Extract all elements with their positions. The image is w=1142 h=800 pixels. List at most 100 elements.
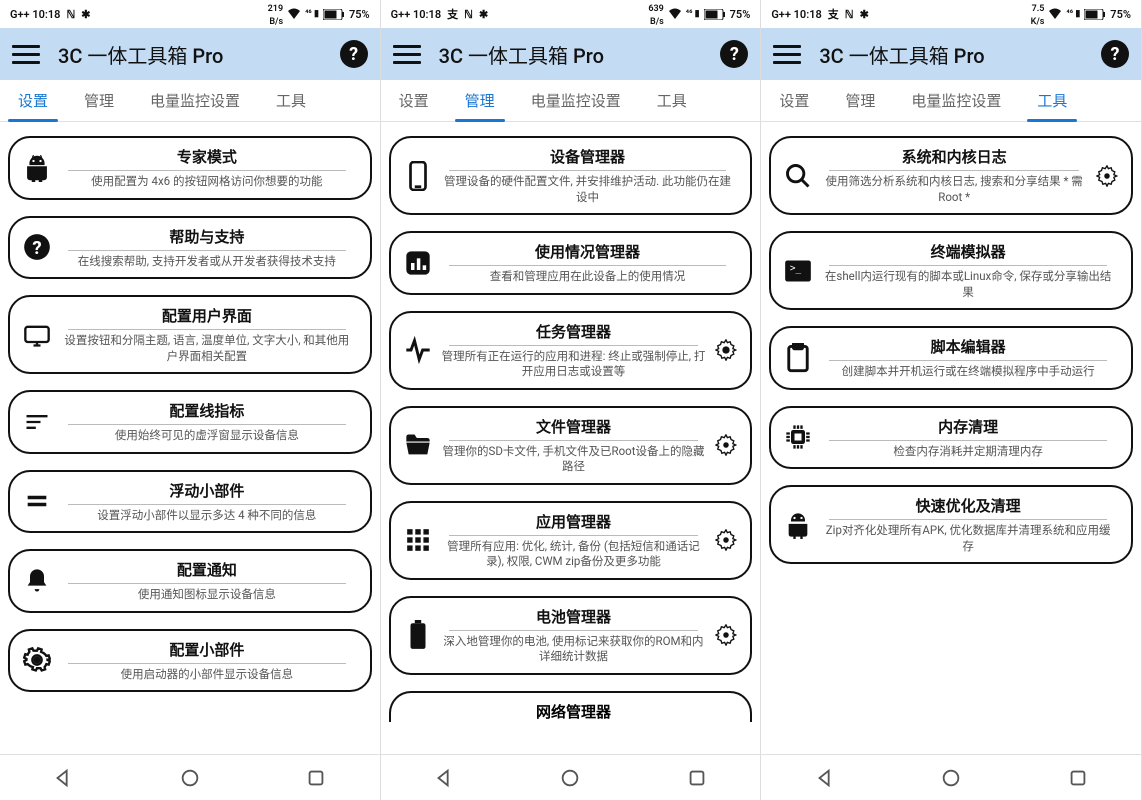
battery-percent: 75% <box>349 8 370 21</box>
card-device-manager[interactable]: 设备管理器管理设备的硬件配置文件, 并安排维护活动. 此功能仍在建设中 <box>389 136 753 215</box>
list-manage: 设备管理器管理设备的硬件配置文件, 并安排维护活动. 此功能仍在建设中 使用情况… <box>381 122 761 754</box>
cpu-icon <box>781 420 815 454</box>
nfc-icon: ℕ <box>66 8 75 21</box>
tab-settings[interactable]: 设置 <box>381 80 447 121</box>
lines-icon <box>20 405 54 439</box>
tab-manage[interactable]: 管理 <box>447 80 513 121</box>
pay-icon: 支 <box>447 6 458 22</box>
phone-icon <box>401 159 435 193</box>
svg-text:?: ? <box>32 237 41 259</box>
card-usage-manager[interactable]: 使用情况管理器查看和管理应用在此设备上的使用情况 <box>389 231 753 295</box>
card-file-manager[interactable]: 文件管理器管理你的SD卡文件, 手机文件及已Root设备上的隐藏路径 <box>389 406 753 485</box>
wifi-icon <box>668 8 682 20</box>
card-memory-clean[interactable]: 内存清理检查内存消耗并定期清理内存 <box>769 406 1133 470</box>
nav-recent[interactable] <box>305 767 327 789</box>
tab-tools[interactable]: 工具 <box>1019 80 1085 121</box>
navbar <box>0 754 380 800</box>
tab-tools[interactable]: 工具 <box>258 80 324 121</box>
equals-icon <box>20 484 54 518</box>
wifi-icon <box>1048 8 1062 20</box>
card-script-editor[interactable]: 脚本编辑器创建脚本并开机运行或在终端模拟程序中手动运行 <box>769 326 1133 390</box>
chart-icon <box>401 246 435 280</box>
android-icon <box>781 508 815 542</box>
nav-recent[interactable] <box>1067 767 1089 789</box>
card-help-support[interactable]: ? 帮助与支持在线搜索帮助, 支持开发者或从开发者获得技术支持 <box>8 216 372 280</box>
tab-settings[interactable]: 设置 <box>761 80 827 121</box>
svg-text:>_: >_ <box>790 263 802 274</box>
tab-battery[interactable]: 电量监控设置 <box>132 80 258 121</box>
tab-manage[interactable]: 管理 <box>66 80 132 121</box>
menu-button[interactable] <box>12 40 40 68</box>
status-bar: G++ 10:18 支 ℕ ✱ 7.5K/s ⁴⁶ ▮ 75% <box>761 0 1141 28</box>
tab-battery[interactable]: 电量监控设置 <box>513 80 639 121</box>
terminal-icon: >_ <box>781 254 815 288</box>
wifi-icon <box>287 8 301 20</box>
card-app-manager[interactable]: 应用管理器管理所有应用: 优化, 统计, 备份 (包括短信和通话记录), 权限,… <box>389 501 753 580</box>
status-bar: G++ 10:18 ℕ ✱ 219B/s ⁴⁶ ▮ 75% <box>0 0 380 28</box>
card-floating-widget[interactable]: 浮动小部件设置浮动小部件以显示多达 4 种不同的信息 <box>8 470 372 534</box>
card-configure-ui[interactable]: 配置用户界面设置按钮和分隔主题, 语言, 温度单位, 文字大小, 和其他用户界面… <box>8 295 372 374</box>
menu-button[interactable] <box>773 40 801 68</box>
nav-recent[interactable] <box>686 767 708 789</box>
status-time: G++ 10:18 <box>10 8 60 21</box>
card-configure-notification[interactable]: 配置通知使用通知图标显示设备信息 <box>8 549 372 613</box>
settings-icon[interactable] <box>712 621 740 649</box>
screen-settings: G++ 10:18 ℕ ✱ 219B/s ⁴⁶ ▮ 75% 3C 一体工具箱 P… <box>0 0 381 800</box>
list-tools: 系统和内核日志使用筛选分析系统和内核日志, 搜索和分享结果 * 需Root * … <box>761 122 1141 754</box>
settings-icon[interactable] <box>712 431 740 459</box>
settings-icon[interactable] <box>1093 162 1121 190</box>
display-icon <box>20 318 54 352</box>
help-button[interactable]: ? <box>1101 40 1129 68</box>
tab-settings[interactable]: 设置 <box>0 80 66 121</box>
nav-back[interactable] <box>433 767 455 789</box>
android-icon <box>20 151 54 185</box>
tab-manage[interactable]: 管理 <box>827 80 893 121</box>
card-network-manager[interactable]: 网络管理器 <box>389 691 753 722</box>
card-system-logs[interactable]: 系统和内核日志使用筛选分析系统和内核日志, 搜索和分享结果 * 需Root * <box>769 136 1133 215</box>
tab-tools[interactable]: 工具 <box>639 80 705 121</box>
clipboard-icon <box>781 341 815 375</box>
signal-icon: ⁴⁶ ▮ <box>305 10 319 19</box>
tabs: 设置 管理 电量监控设置 工具 <box>0 80 380 122</box>
nav-back[interactable] <box>814 767 836 789</box>
nav-home[interactable] <box>559 767 581 789</box>
card-task-manager[interactable]: 任务管理器管理所有正在运行的应用和进程: 终止或强制停止, 打开应用日志或设置等 <box>389 311 753 390</box>
settings-icon[interactable] <box>712 526 740 554</box>
bell-icon <box>20 564 54 598</box>
app-header: 3C 一体工具箱 Pro ? <box>0 28 380 80</box>
battery-icon <box>704 9 726 20</box>
question-icon: ? <box>20 230 54 264</box>
battery-icon <box>1084 9 1106 20</box>
battery-icon <box>401 618 435 652</box>
activity-icon <box>401 333 435 367</box>
settings-icon[interactable] <box>712 336 740 364</box>
nfc-icon: ℕ <box>464 8 473 21</box>
tabs: 设置 管理 电量监控设置 工具 <box>381 80 761 122</box>
help-button[interactable]: ? <box>340 40 368 68</box>
list-settings: 专家模式使用配置为 4x6 的按钮网格访问你想要的功能 ? 帮助与支持在线搜索帮… <box>0 122 380 754</box>
navbar <box>761 754 1141 800</box>
search-icon <box>781 159 815 193</box>
help-button[interactable]: ? <box>720 40 748 68</box>
bluetooth-icon: ✱ <box>860 8 869 21</box>
card-line-indicator[interactable]: 配置线指标使用始终可见的虚浮窗显示设备信息 <box>8 390 372 454</box>
card-quick-optimize[interactable]: 快速优化及清理Zip对齐化处理所有APK, 优化数据库并清理系统和应用缓存 <box>769 485 1133 564</box>
menu-button[interactable] <box>393 40 421 68</box>
grid-icon <box>401 523 435 557</box>
tab-battery[interactable]: 电量监控设置 <box>893 80 1019 121</box>
tabs: 设置 管理 电量监控设置 工具 <box>761 80 1141 122</box>
navbar <box>381 754 761 800</box>
bluetooth-icon: ✱ <box>81 8 90 21</box>
card-expert-mode[interactable]: 专家模式使用配置为 4x6 的按钮网格访问你想要的功能 <box>8 136 372 200</box>
nfc-icon: ℕ <box>845 8 854 21</box>
card-configure-widget[interactable]: 配置小部件使用启动器的小部件显示设备信息 <box>8 629 372 693</box>
nav-home[interactable] <box>940 767 962 789</box>
app-header: 3C 一体工具箱 Pro ? <box>381 28 761 80</box>
screen-tools: G++ 10:18 支 ℕ ✱ 7.5K/s ⁴⁶ ▮ 75% 3C 一体工具箱… <box>761 0 1142 800</box>
card-terminal[interactable]: >_ 终端模拟器在shell内运行现有的脚本或Linux命令, 保存或分享输出结… <box>769 231 1133 310</box>
nav-home[interactable] <box>179 767 201 789</box>
status-bar: G++ 10:18 支 ℕ ✱ 639B/s ⁴⁶ ▮ 75% <box>381 0 761 28</box>
card-battery-manager[interactable]: 电池管理器深入地管理你的电池, 使用标记来获取你的ROM和内详细统计数据 <box>389 596 753 675</box>
gear-outline-icon <box>20 643 54 677</box>
nav-back[interactable] <box>52 767 74 789</box>
